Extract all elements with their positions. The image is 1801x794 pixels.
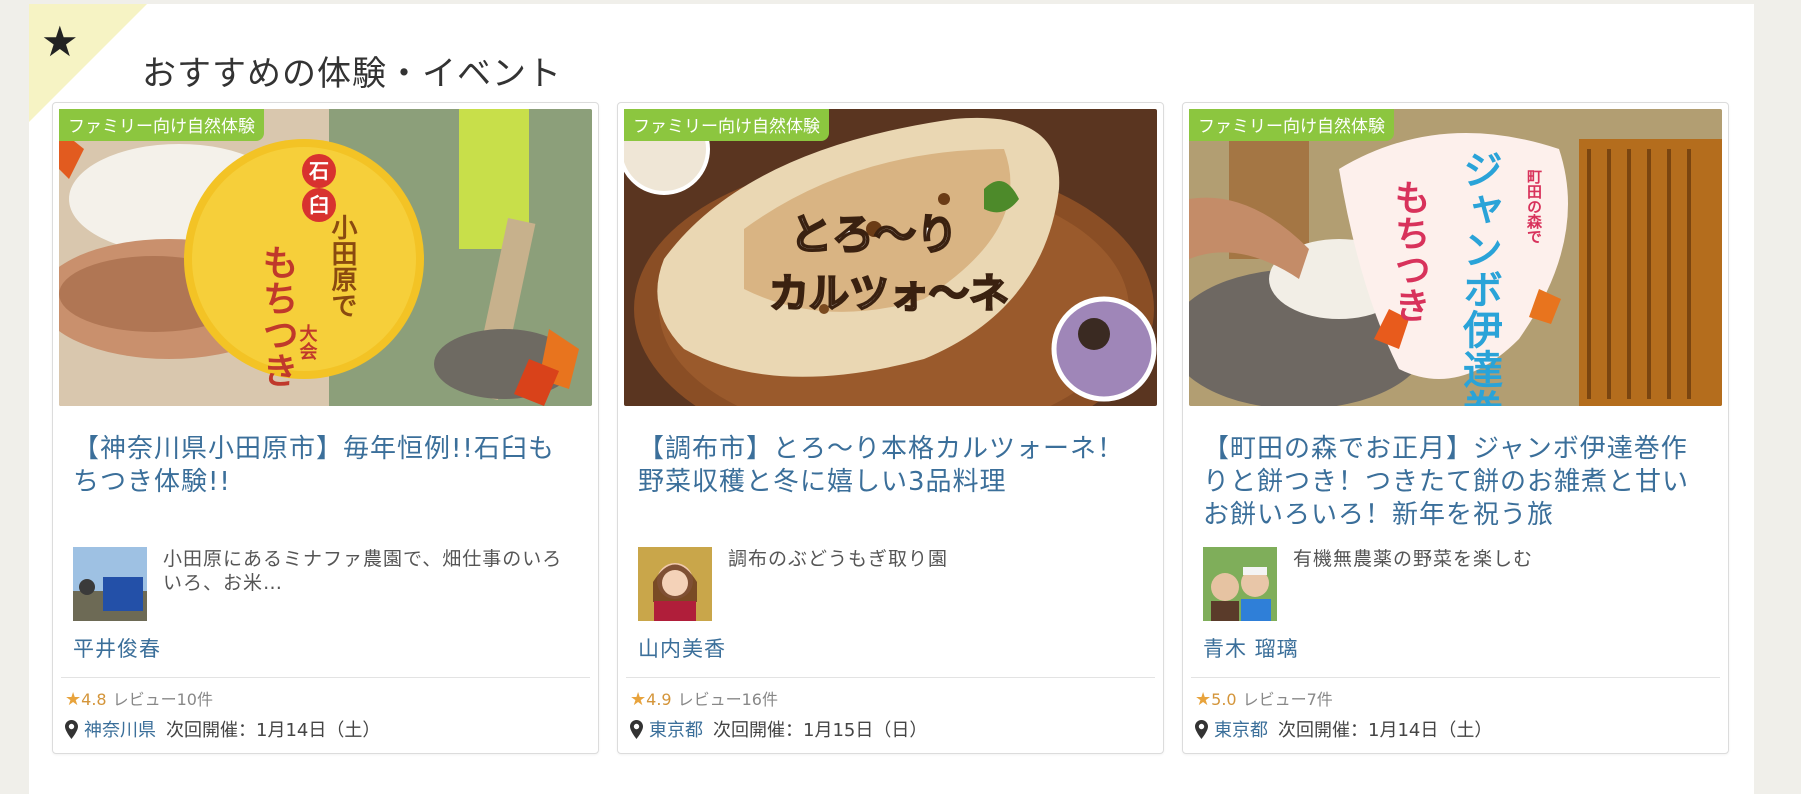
map-pin-icon [1195, 720, 1208, 739]
host-avatar[interactable] [638, 547, 712, 621]
host-name-link[interactable]: 平井俊春 [73, 633, 161, 663]
event-card[interactable]: ファミリー向け自然体験 とろ〜り カルツォ〜ネ 【調布市】とろ〜り本格カルツォー… [617, 102, 1164, 754]
image-label: 大会 [297, 323, 318, 361]
image-label: カルツォ〜ネ [769, 270, 1009, 317]
image-label: 小田原で [327, 214, 357, 318]
image-label: 石 [308, 159, 329, 183]
host-description: 調布のぶどうもぎ取り園 [728, 548, 949, 570]
next-event-date: 次回開催：1月15日（日） [713, 720, 928, 741]
event-card[interactable]: ファミリー向け自然体験 石 臼 もちつき 小田原で 大会 【神奈川県小田原市】毎 [52, 102, 599, 754]
image-label: 臼 [309, 193, 329, 217]
star-icon: ★ [41, 17, 79, 66]
next-event-date: 次回開催：1月14日（土） [1278, 720, 1493, 741]
host-avatar[interactable] [1203, 547, 1277, 621]
next-event-date: 次回開催：1月14日（土） [166, 720, 381, 741]
category-tag: ファミリー向け自然体験 [1189, 109, 1394, 141]
divider [1191, 677, 1720, 678]
rating-value: 4.9 [646, 690, 672, 709]
image-label: 町田の森で [1525, 169, 1543, 244]
divider [61, 677, 590, 678]
image-label: とろ〜り [790, 210, 958, 259]
category-tag: ファミリー向け自然体験 [59, 109, 264, 141]
rating-star-icon: ★ [1195, 689, 1212, 710]
location-row: 神奈川県 次回開催：1月14日（土） [65, 716, 380, 742]
event-image[interactable]: とろ〜り カルツォ〜ネ [624, 109, 1157, 406]
rating-star-icon: ★ [630, 689, 647, 710]
review-count: レビュー7件 [1242, 690, 1333, 709]
prefecture-link[interactable]: 東京都 [1214, 720, 1268, 741]
event-image[interactable]: 石 臼 もちつき 小田原で 大会 [59, 109, 592, 406]
rating-row: ★4.8 レビュー10件 [65, 686, 213, 710]
host-name-link[interactable]: 山内美香 [638, 633, 726, 663]
host-name-link[interactable]: 青木 瑠璃 [1203, 633, 1299, 663]
event-image[interactable]: ジャンボ伊達巻 もちつき 町田の森で [1189, 109, 1722, 406]
event-card[interactable]: ファミリー向け自然体験 ジャンボ伊達巻 もちつき 町田の森で 【町田の森でお正月… [1182, 102, 1729, 754]
location-row: 東京都 次回開催：1月15日（日） [630, 716, 927, 742]
map-pin-icon [65, 720, 78, 739]
divider [626, 677, 1155, 678]
host-avatar[interactable] [73, 547, 147, 621]
host-description: 有機無農薬の野菜を楽しむ [1293, 548, 1534, 570]
image-label: もちつき [257, 244, 298, 388]
event-title-link[interactable]: 【神奈川県小田原市】毎年恒例!!石臼もちつき体験!! [73, 433, 573, 499]
event-title-link[interactable]: 【調布市】とろ〜り本格カルツォーネ！野菜収穫と冬に嬉しい3品料理 [638, 433, 1138, 499]
image-label: ジャンボ伊達巻 [1456, 149, 1504, 406]
prefecture-link[interactable]: 東京都 [649, 720, 703, 741]
rating-value: 5.0 [1211, 690, 1237, 709]
map-pin-icon [630, 720, 643, 739]
section-title: おすすめの体験・イベント [142, 54, 562, 94]
host-description: 小田原にあるミナファ農園で、畑仕事のいろいろ、お米… [163, 548, 563, 594]
prefecture-link[interactable]: 神奈川県 [84, 720, 156, 741]
rating-star-icon: ★ [65, 689, 82, 710]
rating-row: ★4.9 レビュー16件 [630, 686, 778, 710]
review-count: レビュー10件 [112, 690, 213, 709]
event-title-link[interactable]: 【町田の森でお正月】ジャンボ伊達巻作りと餅つき！つきたて餅のお雑煮と甘いお餅いろ… [1203, 433, 1703, 532]
location-row: 東京都 次回開催：1月14日（土） [1195, 716, 1492, 742]
review-count: レビュー16件 [677, 690, 778, 709]
image-label: もちつき [1389, 179, 1430, 323]
rating-value: 4.8 [81, 690, 107, 709]
rating-row: ★5.0 レビュー7件 [1195, 686, 1333, 710]
category-tag: ファミリー向け自然体験 [624, 109, 829, 141]
